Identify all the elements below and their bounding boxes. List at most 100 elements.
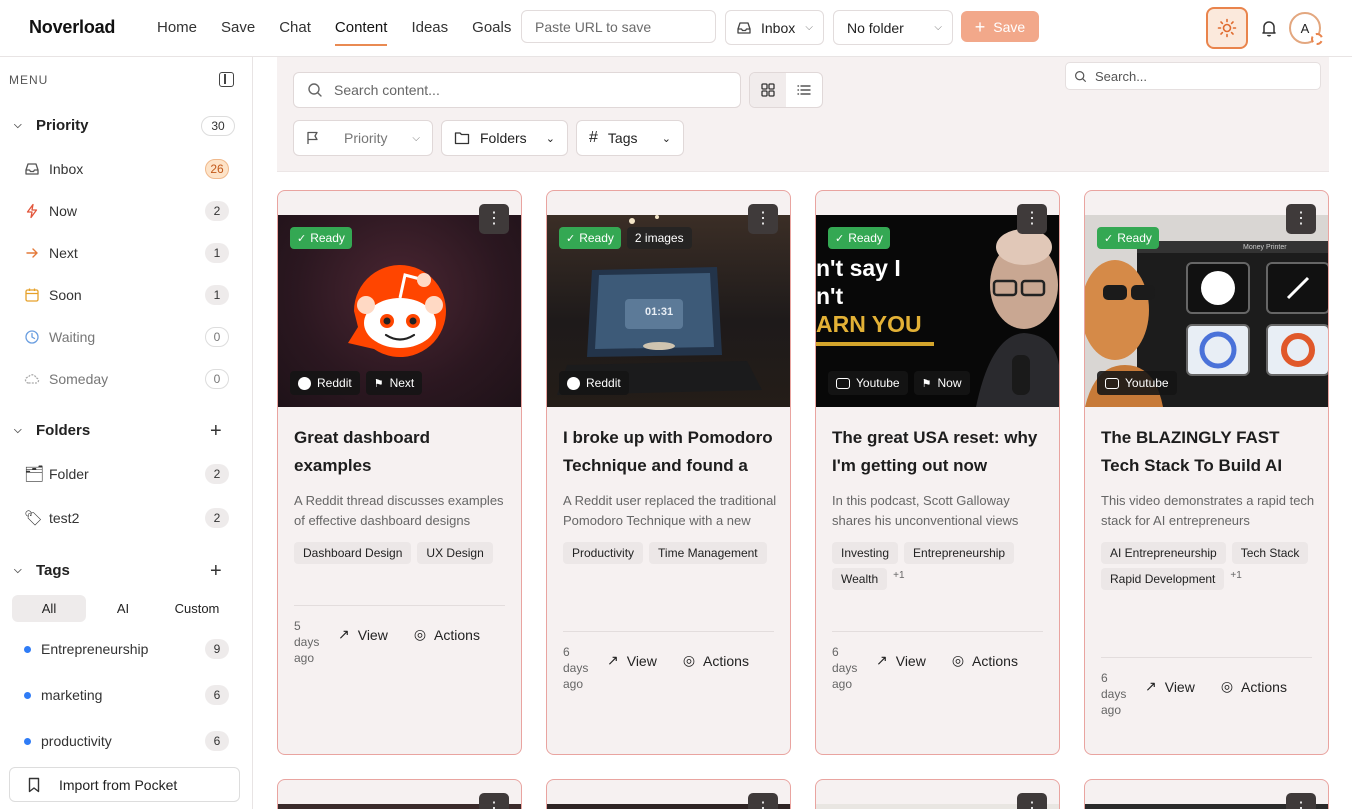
inbox-select[interactable]: Inbox ⌵ <box>725 10 824 45</box>
url-input[interactable] <box>521 10 716 43</box>
actions-button[interactable]: ◎ Actions <box>1221 678 1287 695</box>
card-menu-button[interactable]: ⋮ <box>1017 793 1047 809</box>
sidebar-item-someday[interactable]: Someday 0 <box>24 367 229 391</box>
sidebar-item-test2[interactable]: 🏷 test2 2 <box>24 506 229 530</box>
card-menu-button[interactable]: ⋮ <box>1017 204 1047 234</box>
nav-home[interactable]: Home <box>157 0 197 57</box>
view-button[interactable]: ↗ View <box>338 626 388 643</box>
nav-goals[interactable]: Goals <box>472 0 511 57</box>
tag-chip[interactable]: Entrepreneurship <box>904 542 1015 564</box>
card-menu-button[interactable]: ⋮ <box>1286 793 1316 809</box>
card-badges: ✓ Ready <box>1097 227 1159 249</box>
actions-button[interactable]: ◎ Actions <box>952 652 1018 669</box>
tag-chip[interactable]: Investing <box>832 542 899 564</box>
list-view-button[interactable] <box>786 73 822 107</box>
search-icon <box>308 83 322 97</box>
search-input[interactable]: Search content... <box>293 72 741 108</box>
tag-chip[interactable]: Time Management <box>649 542 767 564</box>
source-label: Reddit <box>317 376 352 390</box>
bell-icon[interactable] <box>1259 18 1279 38</box>
content-card[interactable]: ⋮ <box>277 779 522 809</box>
sidebar-item-inbox[interactable]: Inbox 26 <box>24 157 229 181</box>
card-menu-button[interactable]: ⋮ <box>479 793 509 809</box>
tag-chip[interactable]: Rapid Development <box>1101 568 1225 590</box>
tag-chip[interactable]: AI Entrepreneurship <box>1101 542 1226 564</box>
sidebar-tag-productivity[interactable]: productivity 6 <box>24 729 229 753</box>
card-title[interactable]: The great USA reset: why I'm getting out… <box>832 424 1044 480</box>
add-tag-icon[interactable]: + <box>210 561 222 581</box>
actions-button[interactable]: ◎ Actions <box>414 626 480 643</box>
card-title[interactable]: Great dashboard examples <box>294 424 506 480</box>
save-button[interactable]: + Save <box>961 11 1039 42</box>
brand-logo[interactable]: Noverload <box>29 17 115 38</box>
content-card[interactable]: ⋮ <box>1084 779 1329 809</box>
tag-color-dot <box>24 691 31 699</box>
sidebar-item-label: Soon <box>49 287 82 303</box>
tag-chip[interactable]: Productivity <box>563 542 644 564</box>
tab-all[interactable]: All <box>12 595 86 622</box>
sidebar-item-label: Next <box>49 245 78 261</box>
card-title[interactable]: The BLAZINGLY FAST Tech Stack To Build A… <box>1101 424 1313 480</box>
tag-chip[interactable]: Dashboard Design <box>294 542 412 564</box>
content-card[interactable]: ⋮ <box>546 779 791 809</box>
sidebar-item-count: 1 <box>205 243 229 263</box>
card-menu-button[interactable]: ⋮ <box>748 204 778 234</box>
sun-icon <box>1217 18 1237 38</box>
sidebar-item-folder[interactable]: 🗂 Folder 2 <box>24 462 229 486</box>
content-card[interactable]: Money Printer ⋮ ✓ Ready Youtube The BLAZI… <box>1084 190 1329 755</box>
view-button[interactable]: ↗ View <box>607 652 657 669</box>
nav-chat[interactable]: Chat <box>279 0 311 57</box>
content-card[interactable]: ⋮ ✓ Ready Reddit ⚑ Next Great dashboard ex… <box>277 190 522 755</box>
content-card[interactable]: ⋮ <box>815 779 1060 809</box>
more-tags-count[interactable]: +1 <box>893 568 904 590</box>
global-search-input[interactable]: Search... <box>1065 62 1321 90</box>
external-link-icon: ↗ <box>338 626 350 642</box>
tag-chip[interactable]: Wealth <box>832 568 888 590</box>
target-icon: ◎ <box>1220 678 1234 694</box>
import-pocket-button[interactable]: Import from Pocket <box>9 767 240 802</box>
tag-chip[interactable]: Tech Stack <box>1231 542 1309 564</box>
sidebar-item-next[interactable]: Next 1 <box>24 241 229 265</box>
more-tags-count[interactable]: +1 <box>1230 568 1241 590</box>
section-priority[interactable]: ⌵ Priority <box>14 117 89 134</box>
sidebar-item-waiting[interactable]: Waiting 0 <box>24 325 229 349</box>
nav-content[interactable]: Content <box>334 0 387 57</box>
section-folders[interactable]: ⌵ Folders <box>14 422 90 439</box>
folders-filter[interactable]: Folders ⌄ <box>441 120 568 156</box>
folder-select[interactable]: No folder ⌵ <box>833 10 953 45</box>
status-badge: ✓ Ready <box>1097 227 1159 249</box>
content-card[interactable]: n't say I n't ARN YOU ⋮ ✓ Ready Youtube ⚑… <box>815 190 1060 755</box>
sidebar-item-now[interactable]: Now 2 <box>24 199 229 223</box>
card-menu-button[interactable]: ⋮ <box>1286 204 1316 234</box>
source-badge: Reddit <box>290 371 360 395</box>
search-placeholder: Search content... <box>334 82 440 98</box>
sidebar-tag-entrepreneurship[interactable]: Entrepreneurship 9 <box>24 637 229 661</box>
card-menu-button[interactable]: ⋮ <box>479 204 509 234</box>
card-menu-button[interactable]: ⋮ <box>748 793 778 809</box>
view-button[interactable]: ↗ View <box>876 652 926 669</box>
inbox-select-label: Inbox <box>761 19 796 36</box>
grid-view-button[interactable] <box>750 73 786 107</box>
clock-icon <box>25 330 39 344</box>
sidebar-collapse-icon[interactable] <box>219 72 234 87</box>
tags-filter[interactable]: # Tags ⌄ <box>576 120 684 156</box>
actions-button[interactable]: ◎ Actions <box>683 652 749 669</box>
card-title[interactable]: I broke up with Pomodoro Technique and f… <box>563 424 775 480</box>
add-folder-icon[interactable]: + <box>210 421 222 441</box>
card-footer: 5 days ago ↗ View ◎ Actions <box>294 605 505 666</box>
more-vertical-icon: ⋮ <box>1293 800 1309 809</box>
theme-toggle-button[interactable] <box>1206 7 1248 49</box>
sidebar-tag-marketing[interactable]: marketing 6 <box>24 683 229 707</box>
tab-custom[interactable]: Custom <box>160 595 234 622</box>
nav-save[interactable]: Save <box>221 0 255 57</box>
content-card[interactable]: 01:31 ⋮ ✓ Ready 2 images Reddit I broke u… <box>546 190 791 755</box>
view-button[interactable]: ↗ View <box>1145 678 1195 695</box>
tag-chip[interactable]: UX Design <box>417 542 493 564</box>
tab-ai[interactable]: AI <box>86 595 160 622</box>
nav-ideas[interactable]: Ideas <box>411 0 448 57</box>
priority-filter[interactable]: Priority ⌵ <box>293 120 433 156</box>
sidebar-item-soon[interactable]: Soon 1 <box>24 283 229 307</box>
bolt-icon <box>26 203 38 219</box>
avatar[interactable]: A <box>1289 12 1323 45</box>
section-tags[interactable]: ⌵ Tags <box>14 562 70 579</box>
